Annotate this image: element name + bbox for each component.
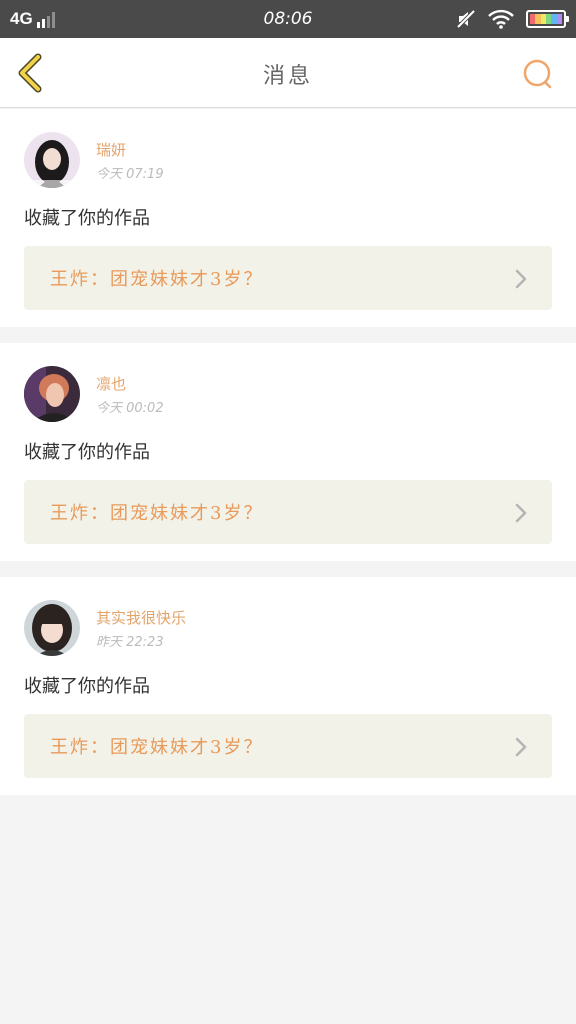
- avatar[interactable]: [24, 132, 80, 188]
- status-icons: [456, 9, 569, 29]
- mute-icon: [456, 9, 476, 29]
- work-link[interactable]: 王炸：团宠妹妹才3岁？: [24, 246, 552, 310]
- message-time: 今天 00:02: [96, 401, 164, 416]
- avatar[interactable]: [24, 600, 80, 656]
- chevron-right-icon: [515, 737, 527, 757]
- battery-icon: [526, 10, 569, 28]
- chevron-right-icon: [515, 503, 527, 523]
- wifi-icon: [488, 9, 514, 29]
- avatar[interactable]: [24, 366, 80, 422]
- work-title: 王炸：团宠妹妹才3岁？: [50, 269, 264, 290]
- username[interactable]: 其实我很快乐: [96, 607, 186, 628]
- message-card: 瑞妍 今天 07:19 收藏了你的作品 王炸：团宠妹妹才3岁？: [0, 109, 576, 327]
- work-title: 王炸：团宠妹妹才3岁？: [50, 503, 264, 524]
- message-list: 瑞妍 今天 07:19 收藏了你的作品 王炸：团宠妹妹才3岁？ 凛也 今天 00…: [0, 109, 576, 811]
- message-action-text: 收藏了你的作品: [24, 442, 150, 463]
- message-action-text: 收藏了你的作品: [24, 676, 150, 697]
- app-header: 消息: [0, 38, 576, 108]
- search-button[interactable]: [520, 56, 556, 92]
- work-link[interactable]: 王炸：团宠妹妹才3岁？: [24, 714, 552, 778]
- message-action-text: 收藏了你的作品: [24, 208, 150, 229]
- page-title: 消息: [262, 64, 313, 89]
- work-title: 王炸：团宠妹妹才3岁？: [50, 737, 264, 758]
- message-card: 其实我很快乐 昨天 22:23 收藏了你的作品 王炸：团宠妹妹才3岁？: [0, 577, 576, 795]
- username[interactable]: 凛也: [96, 373, 126, 394]
- search-icon: [523, 59, 552, 89]
- message-card: 凛也 今天 00:02 收藏了你的作品 王炸：团宠妹妹才3岁？: [0, 343, 576, 561]
- chevron-right-icon: [515, 269, 527, 289]
- username[interactable]: 瑞妍: [96, 139, 126, 160]
- status-bar: 4G 08:06: [0, 0, 576, 38]
- message-time: 今天 07:19: [96, 167, 164, 182]
- message-time: 昨天 22:23: [96, 635, 164, 650]
- work-link[interactable]: 王炸：团宠妹妹才3岁？: [24, 480, 552, 544]
